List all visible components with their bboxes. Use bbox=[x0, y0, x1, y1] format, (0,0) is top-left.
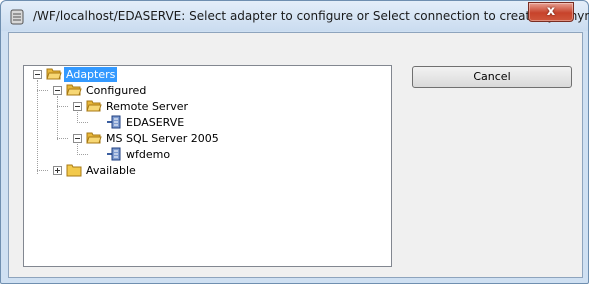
server-connection-icon bbox=[107, 147, 121, 161]
cancel-button[interactable]: Cancel bbox=[412, 66, 572, 88]
title-bar[interactable]: /WF/localhost/EDASERVE: Select adapter t… bbox=[1, 1, 589, 31]
tree-item-edaserve[interactable]: EDASERVE bbox=[124, 115, 186, 130]
tree-line bbox=[37, 170, 48, 171]
tree-line bbox=[57, 106, 68, 107]
window-title: /WF/localhost/EDASERVE: Select adapter t… bbox=[33, 9, 589, 23]
tree-line bbox=[57, 96, 58, 140]
tree-line bbox=[37, 90, 48, 91]
tree-item-remote-server[interactable]: Remote Server bbox=[104, 99, 190, 114]
collapse-icon[interactable] bbox=[73, 102, 82, 111]
tree-line bbox=[57, 138, 68, 139]
close-button[interactable]: x bbox=[528, 2, 574, 22]
server-connection-icon bbox=[107, 115, 121, 129]
collapse-icon[interactable] bbox=[53, 86, 62, 95]
collapse-icon[interactable] bbox=[73, 134, 82, 143]
tree-line bbox=[77, 122, 88, 123]
tree-line bbox=[37, 80, 38, 174]
close-icon: x bbox=[546, 4, 556, 19]
tree-item-adapters[interactable]: Adapters bbox=[64, 67, 118, 82]
folder-open-icon bbox=[86, 132, 102, 144]
dialog-body: Adapters Configured Remote Server EDASER… bbox=[8, 32, 583, 278]
folder-open-icon bbox=[46, 68, 62, 80]
dialog-window: /WF/localhost/EDASERVE: Select adapter t… bbox=[0, 0, 589, 284]
tree-item-configured[interactable]: Configured bbox=[84, 83, 148, 98]
folder-open-icon bbox=[66, 84, 82, 96]
expand-icon[interactable] bbox=[53, 166, 62, 175]
app-icon bbox=[10, 9, 24, 25]
tree-line bbox=[77, 154, 88, 155]
collapse-icon[interactable] bbox=[33, 70, 42, 79]
adapter-tree[interactable]: Adapters Configured Remote Server EDASER… bbox=[23, 65, 392, 267]
tree-item-mssql[interactable]: MS SQL Server 2005 bbox=[104, 131, 221, 146]
folder-open-icon bbox=[86, 100, 102, 112]
tree-item-wfdemo[interactable]: wfdemo bbox=[124, 147, 172, 162]
folder-closed-icon bbox=[66, 164, 82, 177]
tree-item-available[interactable]: Available bbox=[84, 163, 138, 178]
